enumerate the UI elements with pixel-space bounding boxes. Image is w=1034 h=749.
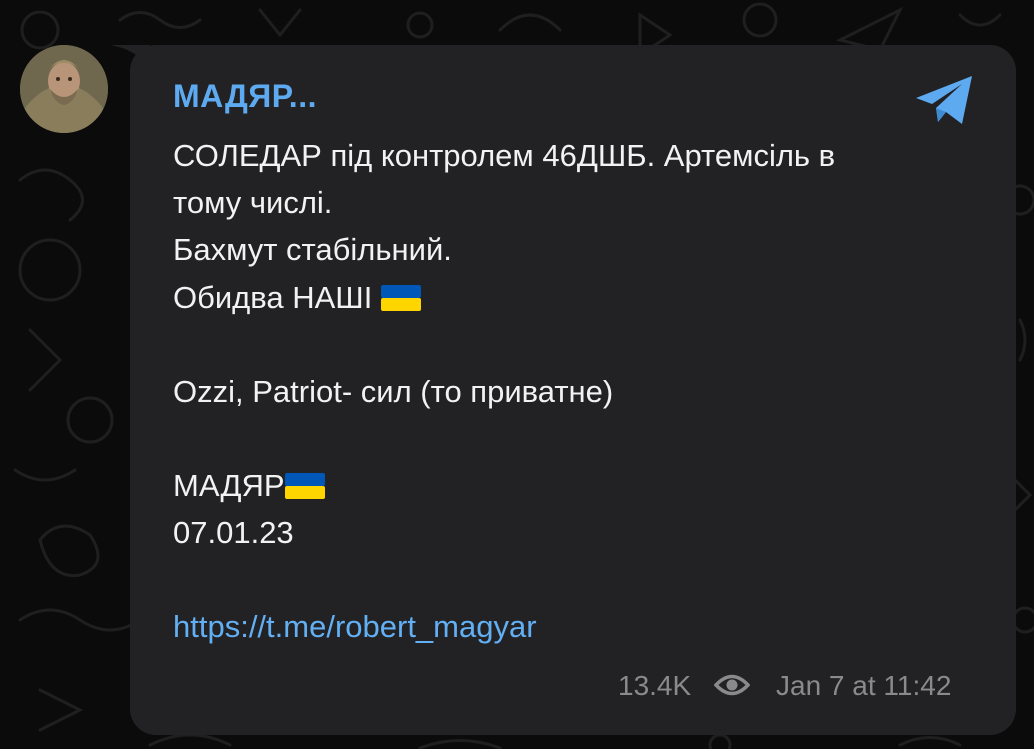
message-line: Обидва НАШІ — [173, 280, 373, 315]
views-count: 13.4K — [618, 670, 692, 701]
message-line: МАДЯР — [173, 468, 285, 503]
message-line-with-flag: МАДЯР — [173, 468, 973, 504]
channel-link[interactable]: https://t.me/robert_magyar — [173, 609, 973, 645]
message-line: тому числі. — [173, 185, 333, 220]
message-line: Ozzi, Patriot- сил (то приватне) — [173, 374, 614, 409]
message-line: 07.01.23 — [173, 515, 294, 550]
channel-avatar[interactable] — [20, 45, 108, 133]
ukraine-flag-icon — [284, 473, 325, 499]
message-line-with-flag: Обидва НАШІ — [173, 280, 973, 316]
message-line: Бахмут стабільний. — [173, 232, 452, 267]
eye-icon — [714, 674, 750, 696]
message-timestamp: Jan 7 at 11:42 — [776, 670, 952, 701]
ukraine-flag-icon — [380, 285, 421, 311]
sender-name[interactable]: МАДЯР... — [173, 78, 317, 115]
avatar-photo — [20, 45, 108, 133]
telegram-icon[interactable] — [912, 72, 976, 128]
message-line: СОЛЕДАР під контролем 46ДШБ. Артемсіль в — [173, 138, 836, 173]
